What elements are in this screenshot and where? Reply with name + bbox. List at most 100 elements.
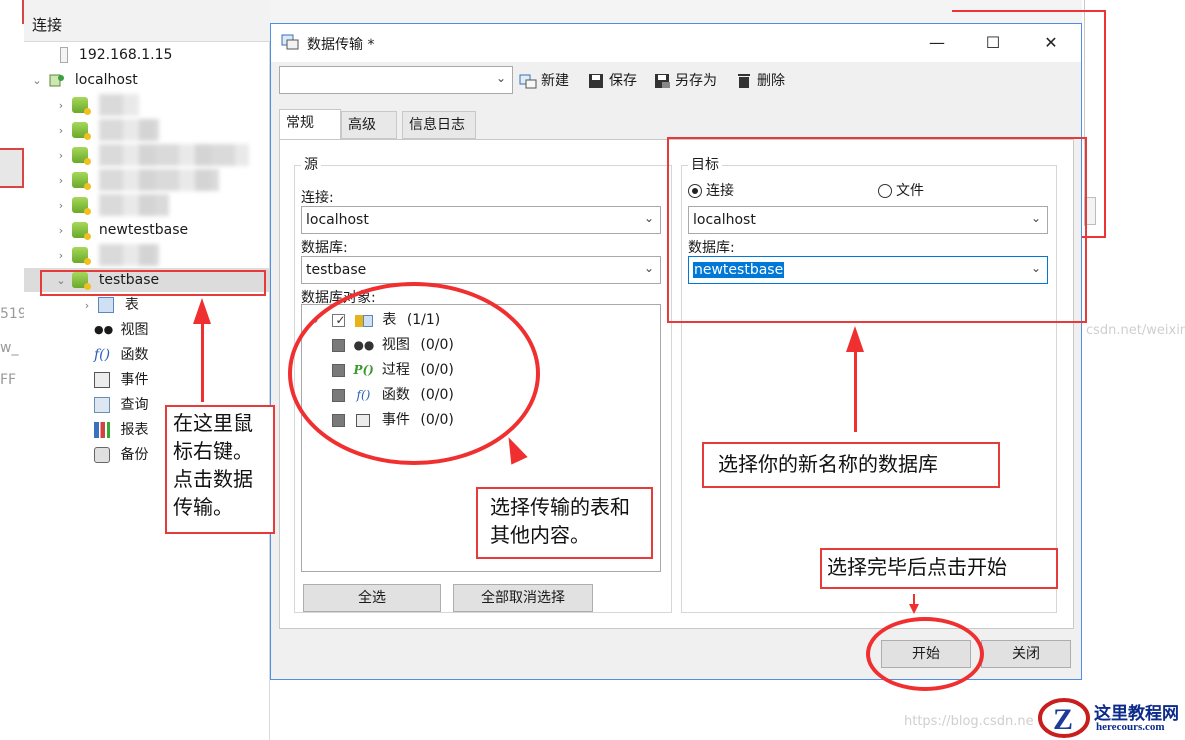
chevron-down-icon: ⌄ <box>495 71 506 85</box>
chevron-right-icon[interactable]: › <box>54 219 68 243</box>
tree-item-ip[interactable]: 192.168.1.15 <box>38 43 172 67</box>
new-profile-icon <box>519 73 537 89</box>
annotation-arrow-shaft <box>913 594 915 604</box>
background-text-fragment: 519 <box>0 306 27 322</box>
chevron-right-icon[interactable]: › <box>54 119 68 143</box>
annotation-arrow-shaft <box>854 350 857 432</box>
background-text-fragment: FF <box>0 372 17 388</box>
tree-item-events[interactable]: 事件 <box>94 368 148 392</box>
tree-item-functions[interactable]: f() 函数 <box>94 343 148 367</box>
source-connection-label: 连接: <box>301 190 334 206</box>
annotation-arrow-up <box>193 298 211 324</box>
database-icon <box>72 97 92 115</box>
report-icon <box>94 422 110 438</box>
highlight-box-target <box>667 137 1087 323</box>
connection-panel: 连接 192.168.1.15 ⌄ localhost › › › › › › … <box>24 0 270 740</box>
new-button[interactable]: 新建 <box>519 70 569 92</box>
blurred-label <box>98 119 159 141</box>
database-icon <box>72 247 92 265</box>
highlight-ellipse-objects <box>288 282 540 465</box>
database-icon <box>72 147 92 165</box>
server-icon <box>60 47 69 63</box>
tree-item-database[interactable]: › <box>54 168 219 192</box>
event-icon <box>94 372 110 388</box>
save-as-button[interactable]: 另存为 <box>653 70 717 92</box>
blurred-label <box>98 94 139 116</box>
dialog-title: 数据传输 * <box>307 37 375 53</box>
background-text-fragment: w_ <box>0 340 19 356</box>
background-tab[interactable] <box>0 148 24 188</box>
minimize-button[interactable]: — <box>909 24 965 62</box>
source-group-title: 源 <box>301 154 321 174</box>
blurred-label <box>98 194 169 216</box>
save-icon <box>587 73 605 89</box>
source-connection-select[interactable]: localhost ⌄ <box>301 206 661 234</box>
chevron-right-icon[interactable]: › <box>54 94 68 118</box>
tree-item-database[interactable]: › <box>54 193 169 217</box>
blurred-label <box>98 244 159 266</box>
watermark-text: csdn.net/weixin <box>1086 323 1185 338</box>
save-as-icon <box>653 73 671 89</box>
annotation-arrow-down <box>909 604 919 614</box>
site-logo: Z 这里教程网 herecours.com <box>1038 696 1185 740</box>
select-tables-note: 选择传输的表和其他内容。 <box>476 487 653 559</box>
tree-item-reports[interactable]: 报表 <box>94 418 148 442</box>
data-transfer-icon <box>281 34 299 50</box>
chevron-down-icon: ⌄ <box>643 211 654 225</box>
highlight-ellipse-start <box>866 617 984 691</box>
query-icon <box>94 397 110 413</box>
connection-panel-title: 连接 <box>32 16 63 34</box>
svg-text:Z: Z <box>1053 703 1073 736</box>
tree-item-newtestbase[interactable]: › newtestbase <box>54 218 188 242</box>
right-click-note: 在这里鼠标右键。点击数据传输。 <box>165 405 275 534</box>
highlight-box-testbase <box>40 270 266 296</box>
tree-item-database[interactable]: › <box>54 143 249 167</box>
tab-advanced[interactable]: 高级 <box>341 111 397 139</box>
deselect-all-button[interactable]: 全部取消选择 <box>453 584 593 612</box>
tree-item-localhost[interactable]: ⌄ localhost <box>30 68 137 93</box>
dialog-title-bar: 数据传输 * — ☐ ✕ <box>271 24 1081 62</box>
tree-item-database[interactable]: › <box>54 118 159 142</box>
database-icon <box>72 197 92 215</box>
chevron-right-icon[interactable]: › <box>54 169 68 193</box>
blurred-label <box>98 169 219 191</box>
background-tab-edge <box>0 0 24 24</box>
close-button[interactable]: 关闭 <box>981 640 1071 668</box>
chevron-right-icon[interactable]: › <box>54 144 68 168</box>
tree-item-queries[interactable]: 查询 <box>94 393 148 417</box>
background-left-strip: 519 w_ FF <box>0 0 27 740</box>
tree-item-database[interactable]: › <box>54 93 139 117</box>
glasses-icon: ●● <box>94 323 114 336</box>
tree-item-backups[interactable]: 备份 <box>94 443 148 467</box>
chevron-down-icon: ⌄ <box>643 261 654 275</box>
connection-icon <box>48 72 65 88</box>
profile-combo[interactable]: ⌄ <box>279 66 513 94</box>
chevron-right-icon[interactable]: › <box>54 244 68 268</box>
tree-item-views[interactable]: ●● 视图 <box>94 318 148 342</box>
select-all-button[interactable]: 全选 <box>303 584 441 612</box>
dialog-toolbar: ⌄ 新建 保存 另存为 删除 <box>271 62 1081 102</box>
logo-mark-icon: Z <box>1038 698 1090 738</box>
save-button[interactable]: 保存 <box>587 70 637 92</box>
trash-icon <box>735 73 753 89</box>
chevron-right-icon[interactable]: › <box>80 294 94 318</box>
source-database-select[interactable]: testbase ⌄ <box>301 256 661 284</box>
tab-message-log[interactable]: 信息日志 <box>402 111 476 139</box>
tree-item-tables[interactable]: › 表 <box>80 293 139 317</box>
chevron-down-icon[interactable]: ⌄ <box>30 69 44 93</box>
maximize-button[interactable]: ☐ <box>965 24 1021 62</box>
source-database-label: 数据库: <box>301 240 348 256</box>
watermark-text: https://blog.csdn.ne <box>904 714 1034 729</box>
logo-url: herecours.com <box>1096 721 1165 733</box>
connection-panel-header: 连接 <box>24 0 270 42</box>
close-window-button[interactable]: ✕ <box>1023 24 1079 62</box>
chevron-right-icon[interactable]: › <box>54 194 68 218</box>
annotation-arrow-up <box>846 326 864 352</box>
start-note: 选择完毕后点击开始 <box>820 548 1058 589</box>
delete-button[interactable]: 删除 <box>735 70 785 92</box>
database-icon <box>72 222 92 240</box>
tree-item-database[interactable]: › <box>54 243 159 267</box>
blurred-label <box>98 144 249 166</box>
tab-general[interactable]: 常规 <box>279 109 341 140</box>
select-db-note: 选择你的新名称的数据库 <box>702 442 1000 488</box>
